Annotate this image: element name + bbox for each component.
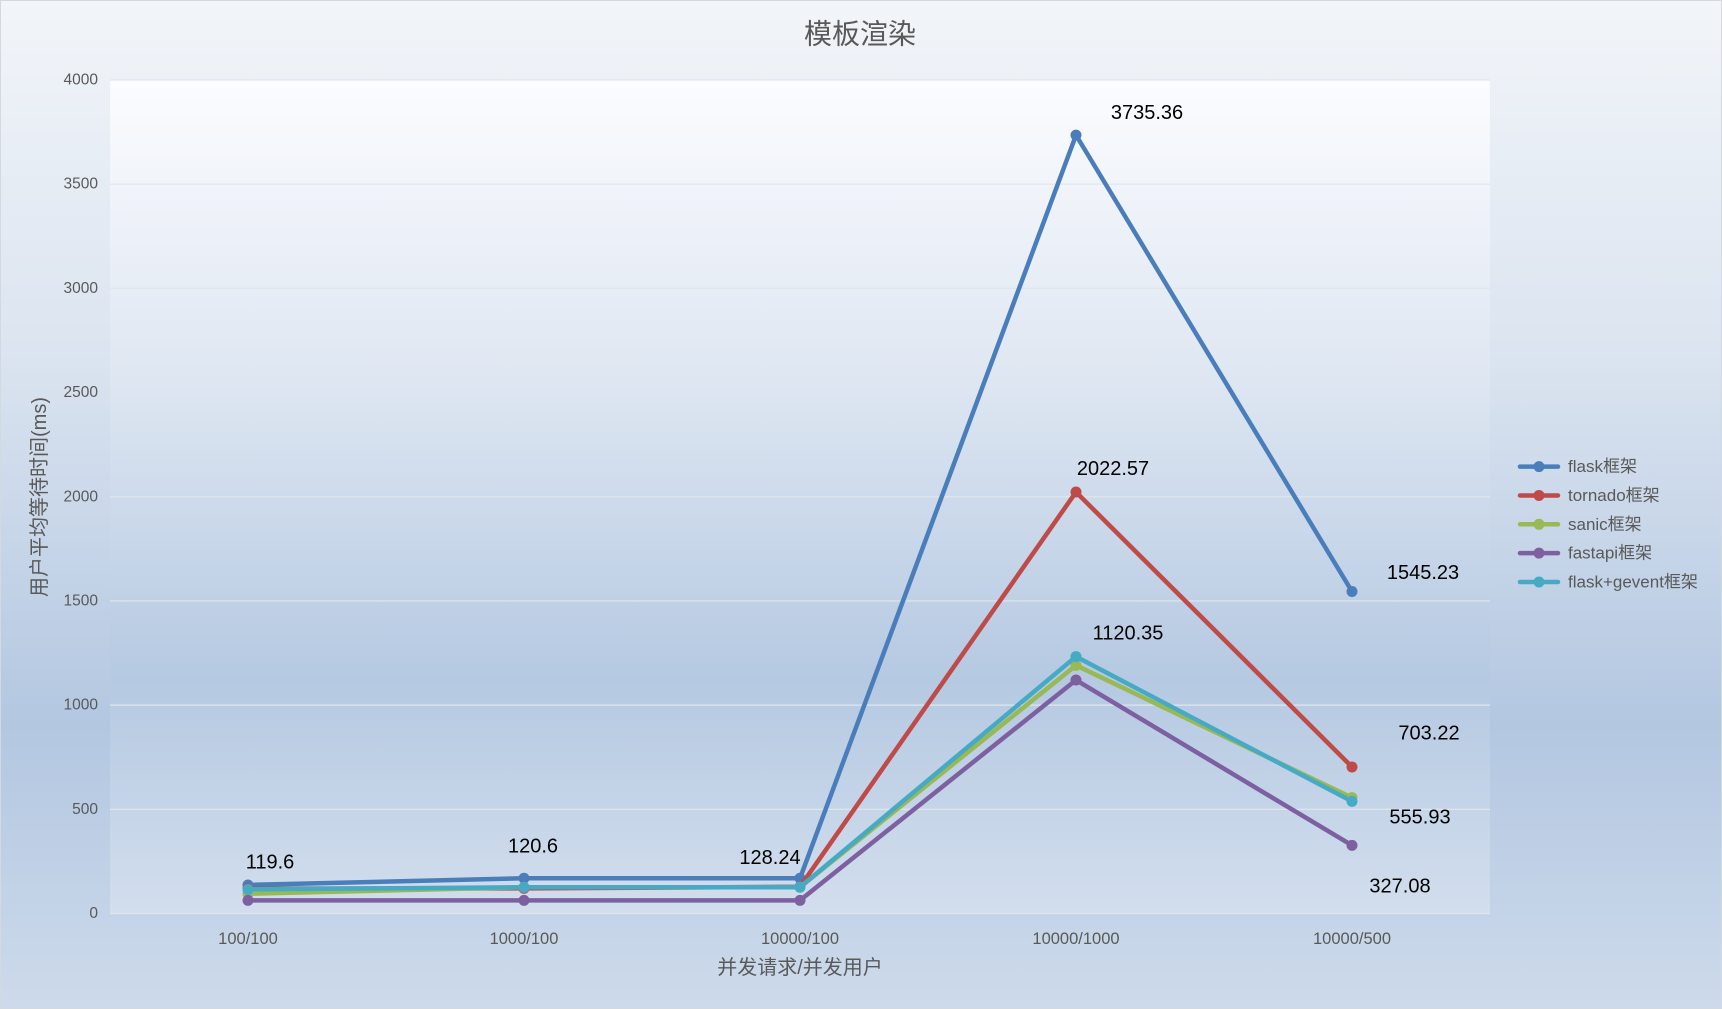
data-point xyxy=(1070,129,1082,141)
y-axis-title: 用户平均等待时间(ms) xyxy=(28,397,51,597)
y-tick-label: 4000 xyxy=(64,72,99,89)
data-point xyxy=(1346,761,1358,773)
y-tick-label: 3000 xyxy=(64,280,99,297)
data-point xyxy=(518,894,530,906)
legend-label: fastapi框架 xyxy=(1568,544,1652,563)
data-label: 119.6 xyxy=(246,852,295,874)
data-point xyxy=(1346,795,1358,807)
legend-swatch-marker xyxy=(1533,547,1545,559)
data-point xyxy=(1346,839,1358,851)
legend-label: flask+gevent框架 xyxy=(1568,573,1698,592)
x-tick-label: 10000/100 xyxy=(761,930,839,948)
data-point xyxy=(1070,674,1082,686)
y-tick-label: 2500 xyxy=(64,384,99,401)
legend-label: tornado框架 xyxy=(1568,486,1660,505)
data-label: 327.08 xyxy=(1369,875,1430,897)
x-tick-label: 1000/100 xyxy=(490,930,559,948)
data-label: 128.24 xyxy=(739,847,800,869)
data-label: 555.93 xyxy=(1389,807,1450,829)
x-tick-label: 100/100 xyxy=(218,930,278,948)
data-label: 1120.35 xyxy=(1093,623,1164,645)
y-tick-label: 1000 xyxy=(64,697,99,714)
data-label: 703.22 xyxy=(1398,722,1459,744)
y-tick-label: 1500 xyxy=(64,592,99,609)
legend-swatch-marker xyxy=(1533,518,1545,530)
legend-label: flask框架 xyxy=(1568,457,1637,476)
data-point xyxy=(794,894,806,906)
data-label: 1545.23 xyxy=(1387,562,1459,584)
y-tick-label: 3500 xyxy=(64,176,99,193)
data-point xyxy=(1346,586,1358,598)
data-point xyxy=(242,883,254,895)
legend-swatch-marker xyxy=(1533,489,1545,501)
legend-label: sanic框架 xyxy=(1568,515,1642,534)
y-tick-label: 2000 xyxy=(64,488,99,505)
x-axis-title: 并发请求/并发用户 xyxy=(717,956,883,979)
y-tick-label: 0 xyxy=(89,905,98,922)
line-chart: 0 500 1000 1500 2000 2500 3000 3500 4000 100/100… xyxy=(0,0,1722,1009)
chart-title: 模板渲染 xyxy=(804,19,916,50)
data-point xyxy=(1070,651,1082,663)
legend-swatch-marker xyxy=(1533,461,1545,473)
data-label: 3735.36 xyxy=(1111,102,1183,124)
data-label: 2022.57 xyxy=(1077,458,1149,480)
y-tick-label: 500 xyxy=(72,801,98,818)
data-label: 120.6 xyxy=(508,835,558,857)
data-point xyxy=(242,894,254,906)
x-tick-label: 10000/1000 xyxy=(1032,930,1119,948)
data-point xyxy=(794,881,806,893)
data-point xyxy=(518,881,530,893)
data-point xyxy=(1070,486,1082,498)
x-tick-label: 10000/500 xyxy=(1313,930,1391,948)
legend-swatch-marker xyxy=(1533,576,1545,588)
